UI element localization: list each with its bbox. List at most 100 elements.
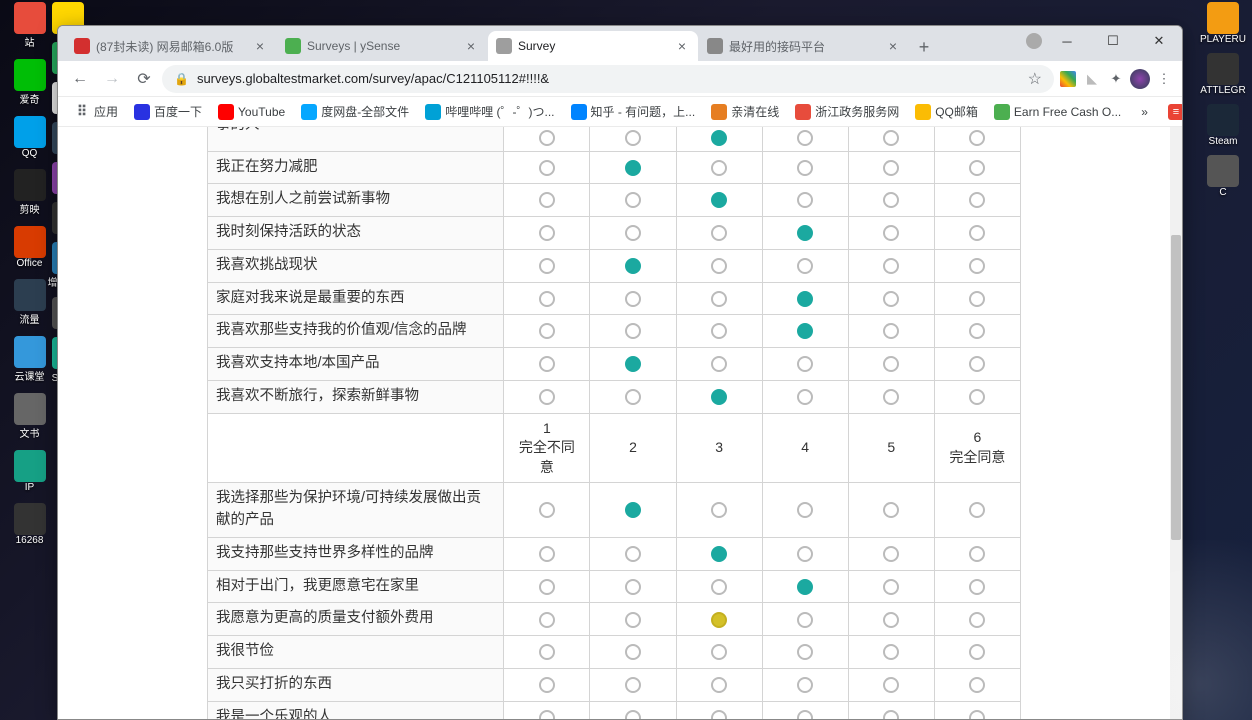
radio-option[interactable] bbox=[969, 677, 985, 693]
radio-option[interactable] bbox=[883, 502, 899, 518]
chrome-menu-button[interactable]: ⋮ bbox=[1154, 69, 1174, 89]
tab-close-icon[interactable]: × bbox=[674, 38, 690, 54]
radio-option[interactable] bbox=[539, 612, 555, 628]
radio-option[interactable] bbox=[797, 546, 813, 562]
bookmark-item[interactable]: 知乎 - 有问题，上... bbox=[565, 99, 702, 124]
radio-option[interactable] bbox=[711, 644, 727, 660]
bookmark-item[interactable]: 百度一下 bbox=[128, 99, 208, 124]
reload-button[interactable]: ⟳ bbox=[130, 65, 158, 93]
radio-option[interactable] bbox=[797, 389, 813, 405]
radio-option[interactable] bbox=[711, 192, 727, 208]
radio-option[interactable] bbox=[969, 579, 985, 595]
extension-icon-2[interactable]: ◣ bbox=[1082, 69, 1102, 89]
radio-option[interactable] bbox=[797, 258, 813, 274]
tab-close-icon[interactable]: × bbox=[463, 38, 479, 54]
bookmarks-overflow[interactable]: » bbox=[1135, 101, 1154, 123]
radio-option[interactable] bbox=[883, 389, 899, 405]
radio-option[interactable] bbox=[883, 546, 899, 562]
radio-option[interactable] bbox=[625, 258, 641, 274]
scrollbar-vertical[interactable] bbox=[1170, 127, 1182, 719]
maximize-button[interactable]: ☐ bbox=[1090, 26, 1136, 56]
radio-option[interactable] bbox=[969, 323, 985, 339]
extensions-button[interactable]: ✦ bbox=[1106, 69, 1126, 89]
radio-option[interactable] bbox=[883, 579, 899, 595]
radio-option[interactable] bbox=[797, 291, 813, 307]
radio-option[interactable] bbox=[969, 192, 985, 208]
radio-option[interactable] bbox=[711, 710, 727, 719]
tab-close-icon[interactable]: × bbox=[885, 38, 901, 54]
bookmark-item[interactable]: 度网盘-全部文件 bbox=[295, 99, 415, 124]
radio-option[interactable] bbox=[883, 677, 899, 693]
radio-option[interactable] bbox=[539, 356, 555, 372]
extension-icon-1[interactable] bbox=[1058, 69, 1078, 89]
radio-option[interactable] bbox=[711, 502, 727, 518]
radio-option[interactable] bbox=[883, 644, 899, 660]
radio-option[interactable] bbox=[539, 579, 555, 595]
radio-option[interactable] bbox=[969, 258, 985, 274]
radio-option[interactable] bbox=[969, 389, 985, 405]
radio-option[interactable] bbox=[711, 546, 727, 562]
bookmark-item[interactable]: 哔哩哔哩 (゜-゜)つ... bbox=[419, 99, 560, 124]
radio-option[interactable] bbox=[625, 502, 641, 518]
radio-option[interactable] bbox=[539, 192, 555, 208]
url-box[interactable]: 🔒 surveys.globaltestmarket.com/survey/ap… bbox=[162, 65, 1054, 93]
radio-option[interactable] bbox=[625, 546, 641, 562]
radio-option[interactable] bbox=[711, 677, 727, 693]
radio-option[interactable] bbox=[539, 389, 555, 405]
apps-button[interactable]: ⠿ 应用 bbox=[68, 99, 124, 124]
radio-option[interactable] bbox=[625, 192, 641, 208]
bookmark-item[interactable]: Earn Free Cash O... bbox=[988, 100, 1127, 124]
browser-tab[interactable]: Survey× bbox=[488, 31, 698, 61]
desktop-icon[interactable]: ATTLEGR bbox=[1194, 51, 1252, 102]
desktop-icon[interactable]: Steam bbox=[1194, 102, 1252, 153]
radio-option[interactable] bbox=[969, 160, 985, 176]
radio-option[interactable] bbox=[711, 130, 727, 146]
radio-option[interactable] bbox=[969, 291, 985, 307]
close-window-button[interactable]: ✕ bbox=[1136, 26, 1182, 56]
radio-option[interactable] bbox=[883, 710, 899, 719]
radio-option[interactable] bbox=[711, 160, 727, 176]
radio-option[interactable] bbox=[969, 710, 985, 719]
radio-option[interactable] bbox=[539, 644, 555, 660]
radio-option[interactable] bbox=[797, 130, 813, 146]
browser-tab[interactable]: 最好用的接码平台× bbox=[699, 31, 909, 61]
bookmark-item[interactable]: YouTube bbox=[212, 100, 291, 124]
scroll-thumb[interactable] bbox=[1171, 235, 1181, 540]
radio-option[interactable] bbox=[969, 130, 985, 146]
radio-option[interactable] bbox=[625, 612, 641, 628]
radio-option[interactable] bbox=[539, 710, 555, 719]
radio-option[interactable] bbox=[625, 710, 641, 719]
bookmark-item[interactable]: 亲清在线 bbox=[705, 99, 785, 124]
radio-option[interactable] bbox=[539, 130, 555, 146]
desktop-icon[interactable]: PLAYERU bbox=[1194, 0, 1252, 51]
radio-option[interactable] bbox=[711, 389, 727, 405]
radio-option[interactable] bbox=[969, 225, 985, 241]
desktop-icon[interactable]: C bbox=[1194, 153, 1252, 204]
radio-option[interactable] bbox=[883, 612, 899, 628]
radio-option[interactable] bbox=[797, 225, 813, 241]
radio-option[interactable] bbox=[797, 612, 813, 628]
radio-option[interactable] bbox=[797, 677, 813, 693]
new-tab-button[interactable]: + bbox=[910, 33, 938, 61]
radio-option[interactable] bbox=[797, 323, 813, 339]
radio-option[interactable] bbox=[797, 710, 813, 719]
radio-option[interactable] bbox=[969, 546, 985, 562]
radio-option[interactable] bbox=[625, 225, 641, 241]
forward-button[interactable]: → bbox=[98, 65, 126, 93]
radio-option[interactable] bbox=[797, 192, 813, 208]
radio-option[interactable] bbox=[797, 502, 813, 518]
radio-option[interactable] bbox=[625, 323, 641, 339]
radio-option[interactable] bbox=[883, 291, 899, 307]
radio-option[interactable] bbox=[969, 356, 985, 372]
radio-option[interactable] bbox=[711, 258, 727, 274]
radio-option[interactable] bbox=[625, 677, 641, 693]
radio-option[interactable] bbox=[797, 644, 813, 660]
browser-tab[interactable]: Surveys | ySense× bbox=[277, 31, 487, 61]
radio-option[interactable] bbox=[797, 579, 813, 595]
radio-option[interactable] bbox=[539, 502, 555, 518]
radio-option[interactable] bbox=[625, 291, 641, 307]
radio-option[interactable] bbox=[625, 130, 641, 146]
radio-option[interactable] bbox=[539, 291, 555, 307]
radio-option[interactable] bbox=[711, 579, 727, 595]
radio-option[interactable] bbox=[711, 225, 727, 241]
